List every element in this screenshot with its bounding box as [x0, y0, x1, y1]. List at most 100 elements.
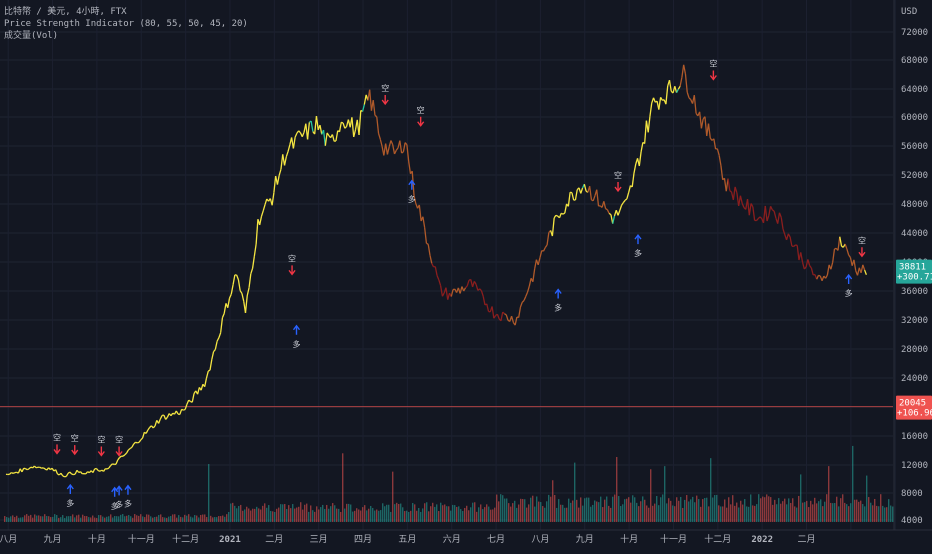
price-segment — [364, 95, 366, 105]
x-tick-label: 十一月 — [128, 533, 155, 545]
volume-bar — [262, 506, 263, 522]
volume-bar — [550, 497, 551, 522]
volume-title[interactable]: 成交量(Vol) — [4, 30, 248, 42]
volume-bar — [392, 472, 393, 522]
volume-bar — [484, 507, 485, 522]
price-segment — [127, 450, 129, 453]
volume-bar — [178, 515, 179, 522]
volume-bar — [626, 499, 627, 522]
volume-bar — [842, 494, 843, 522]
volume-bar — [712, 498, 713, 522]
volume-bar — [606, 497, 607, 522]
volume-bar — [296, 508, 297, 522]
price-segment — [215, 341, 217, 349]
volume-bar — [676, 497, 677, 522]
volume-bar — [346, 504, 347, 522]
volume-bar — [476, 512, 477, 522]
volume-bar — [864, 506, 865, 522]
volume-bar — [878, 506, 879, 522]
price-segment — [352, 117, 354, 137]
price-segment — [554, 215, 556, 218]
indicator-title[interactable]: Price Strength Indicator (80, 55, 50, 45… — [4, 18, 248, 30]
volume-bar — [278, 508, 279, 522]
y-tick-label: 36000 — [901, 287, 928, 297]
volume-bar — [532, 496, 533, 522]
volume-bar — [224, 517, 225, 522]
price-segment — [26, 469, 28, 470]
price-chart[interactable]: 空多空空多多空多空多空多空多空多空多空 USD72000680006400060… — [0, 0, 932, 550]
price-segment — [293, 137, 295, 148]
volume-bar — [16, 516, 17, 522]
price-segment — [627, 192, 629, 198]
price-segment — [684, 65, 686, 74]
volume-bar — [764, 497, 765, 522]
x-tick-label: 2021 — [219, 535, 241, 545]
volume-bar — [180, 517, 181, 522]
volume-bar — [528, 504, 529, 522]
volume-bar — [216, 517, 217, 522]
volume-bar — [312, 510, 313, 522]
volume-bar — [848, 506, 849, 522]
volume-bar — [328, 509, 329, 522]
volume-bar — [194, 515, 195, 522]
price-segment — [801, 252, 803, 262]
volume-bar — [802, 503, 803, 522]
y-tick-label: 72000 — [901, 28, 928, 38]
price-segment — [136, 442, 138, 443]
price-segment — [187, 400, 189, 404]
volume-bar — [772, 505, 773, 522]
volume-bar — [118, 516, 119, 522]
price-segment — [804, 267, 806, 269]
volume-bar — [62, 515, 63, 522]
volume-bar — [284, 504, 285, 522]
volume-bar — [258, 508, 259, 522]
volume-bar — [344, 509, 345, 522]
volume-bar — [314, 512, 315, 522]
volume-bar — [418, 508, 419, 522]
symbol-title[interactable]: 比特幣 / 美元, 4小時, FTX — [4, 6, 248, 18]
y-tick-label: 24000 — [901, 374, 928, 384]
volume-bar — [854, 500, 855, 522]
price-segment — [231, 285, 233, 294]
price-segment — [396, 148, 398, 150]
volume-bar — [488, 507, 489, 522]
volume-bar — [530, 498, 531, 522]
price-segment — [263, 205, 265, 211]
volume-bar — [380, 510, 381, 522]
volume-bar — [40, 516, 41, 522]
price-segment — [650, 103, 652, 116]
price-segment — [849, 255, 851, 258]
chart-container[interactable]: 空多空空多多空多空多空多空多空多空多空 USD72000680006400060… — [0, 0, 932, 550]
price-segment — [474, 281, 476, 284]
volume-bar — [546, 501, 547, 522]
volume-bar — [96, 518, 97, 522]
price-segment — [208, 370, 210, 371]
price-segment — [606, 209, 608, 210]
price-segment — [808, 259, 810, 265]
price-segment — [559, 213, 561, 218]
price-segment — [160, 415, 162, 419]
price-segment — [212, 352, 214, 360]
volume-bar — [620, 506, 621, 522]
volume-bar — [796, 508, 797, 522]
price-segment — [547, 232, 549, 245]
volume-bar — [162, 517, 163, 522]
volume-bar — [64, 518, 65, 522]
volume-bar — [416, 511, 417, 522]
volume-bar — [618, 496, 619, 522]
volume-bar — [54, 514, 55, 522]
price-segment — [811, 268, 813, 275]
volume-bar — [94, 518, 95, 522]
price-segment — [316, 116, 318, 130]
price-segment — [788, 234, 790, 237]
volume-bar — [494, 508, 495, 522]
volume-bar — [90, 517, 91, 522]
price-segment — [237, 275, 239, 280]
volume-bar — [56, 515, 57, 522]
volume-bar — [500, 494, 501, 522]
price-segment — [139, 440, 141, 443]
volume-bar — [582, 506, 583, 522]
volume-bar — [254, 509, 255, 522]
x-tick-label: 三月 — [310, 534, 328, 545]
volume-bar — [272, 511, 273, 522]
